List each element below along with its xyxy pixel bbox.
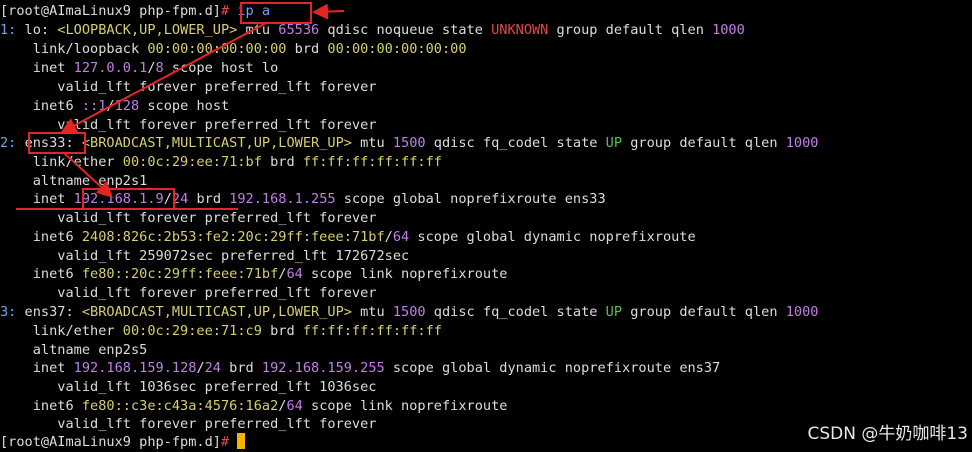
annotation-arrows [60,3,345,198]
arrow-to-ip [63,152,113,198]
arrow-to-ens33 [60,21,269,133]
watermark: CSDN @牛奶咖啡13 [807,424,968,444]
arrow-to-command [312,3,345,20]
